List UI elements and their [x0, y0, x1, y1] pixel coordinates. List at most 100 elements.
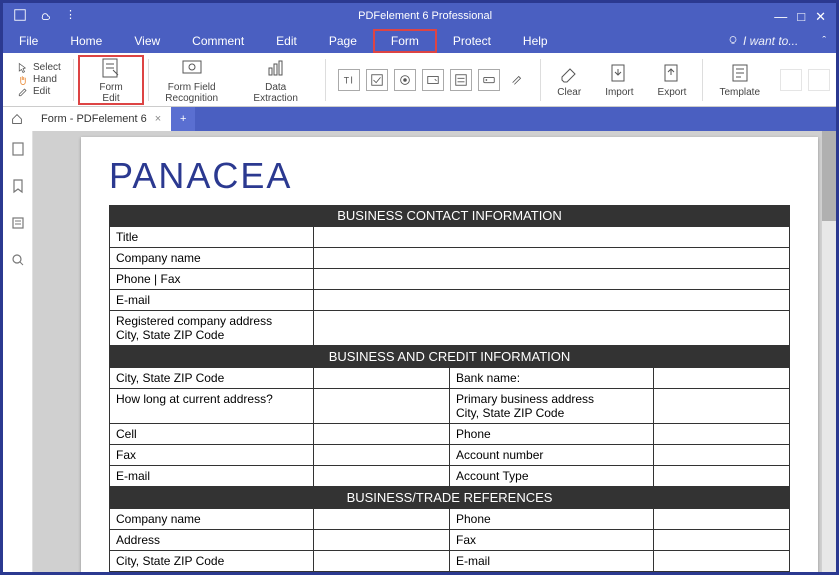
- menu-page[interactable]: Page: [313, 29, 373, 53]
- i-want-to[interactable]: I want to...: [713, 34, 812, 48]
- field-value[interactable]: [314, 368, 450, 389]
- table-row: Type of account Other: [110, 572, 790, 573]
- data-extraction-label: Data Extraction: [242, 82, 309, 104]
- close-tab-button[interactable]: ×: [155, 113, 161, 125]
- i-want-to-label: I want to...: [743, 34, 798, 48]
- field-value[interactable]: [314, 445, 450, 466]
- title-bar: ⋮ PDFelement 6 Professional — □ ✕: [3, 3, 836, 29]
- field-value[interactable]: [654, 572, 790, 573]
- menu-edit[interactable]: Edit: [260, 29, 313, 53]
- field-label: Phone: [450, 424, 654, 445]
- menu-view[interactable]: View: [118, 29, 176, 53]
- field-label: City, State ZIP Code: [110, 551, 314, 572]
- new-tab-button[interactable]: +: [171, 107, 195, 131]
- hand-tool[interactable]: Hand: [17, 74, 61, 86]
- import-button[interactable]: Import: [593, 55, 645, 105]
- field-value[interactable]: [314, 269, 790, 290]
- field-value[interactable]: [314, 389, 450, 424]
- select-tool-label: Select: [33, 62, 61, 73]
- home-tab[interactable]: [3, 107, 31, 131]
- field-label: Type of account: [110, 572, 314, 573]
- form-field-recognition-button[interactable]: Form Field Recognition: [153, 55, 230, 105]
- attachments-icon[interactable]: [10, 215, 26, 236]
- menu-file[interactable]: File: [3, 29, 54, 53]
- field-value[interactable]: [654, 551, 790, 572]
- pdf-page: PANACEA BUSINESS CONTACT INFORMATIONTitl…: [81, 137, 818, 572]
- field-value[interactable]: [654, 466, 790, 487]
- document-viewport[interactable]: PANACEA BUSINESS CONTACT INFORMATIONTitl…: [33, 131, 836, 572]
- menu-help[interactable]: Help: [507, 29, 564, 53]
- signature-tool[interactable]: [506, 69, 528, 91]
- field-label: Registered company address City, State Z…: [110, 311, 314, 346]
- table-row: Phone | Fax: [110, 269, 790, 290]
- field-value[interactable]: [654, 424, 790, 445]
- field-value[interactable]: [314, 290, 790, 311]
- template-label: Template: [719, 87, 760, 98]
- export-button[interactable]: Export: [646, 55, 699, 105]
- menu-comment[interactable]: Comment: [176, 29, 260, 53]
- close-window-button[interactable]: ✕: [815, 10, 826, 23]
- button-tool[interactable]: [478, 69, 500, 91]
- collapse-ribbon-button[interactable]: ˆ: [812, 35, 836, 47]
- text-field-tool[interactable]: T: [338, 69, 360, 91]
- table-row: Company name: [110, 248, 790, 269]
- data-extraction-button[interactable]: Data Extraction: [230, 55, 321, 105]
- document-tab-title: Form - PDFelement 6: [41, 113, 147, 125]
- minimize-button[interactable]: —: [774, 10, 787, 23]
- field-value[interactable]: [314, 311, 790, 346]
- disabled-tool-2: [808, 69, 830, 91]
- clear-label: Clear: [557, 87, 581, 98]
- field-label: Company name: [110, 248, 314, 269]
- bookmarks-icon[interactable]: [10, 178, 26, 199]
- field-value[interactable]: [654, 368, 790, 389]
- listbox-tool[interactable]: [450, 69, 472, 91]
- field-value[interactable]: [654, 389, 790, 424]
- field-value[interactable]: [654, 509, 790, 530]
- menu-form[interactable]: Form: [373, 29, 437, 53]
- export-label: Export: [658, 87, 687, 98]
- import-label: Import: [605, 87, 633, 98]
- recognition-icon: [180, 56, 204, 80]
- field-value[interactable]: [314, 248, 790, 269]
- form-edit-button[interactable]: Form Edit: [78, 55, 145, 105]
- field-value[interactable]: [654, 530, 790, 551]
- menu-protect[interactable]: Protect: [437, 29, 507, 53]
- vertical-scrollbar[interactable]: [822, 131, 836, 572]
- edit-tool[interactable]: Edit: [17, 86, 61, 98]
- document-tab[interactable]: Form - PDFelement 6 ×: [31, 107, 171, 131]
- field-label: Account Type: [450, 466, 654, 487]
- checkbox-tool[interactable]: [366, 69, 388, 91]
- menu-home[interactable]: Home: [54, 29, 118, 53]
- template-button[interactable]: Template: [707, 55, 772, 105]
- radio-tool[interactable]: [394, 69, 416, 91]
- field-label: Other: [450, 572, 654, 573]
- field-value[interactable]: [314, 572, 450, 573]
- combobox-tool[interactable]: [422, 69, 444, 91]
- eraser-icon: [557, 61, 581, 85]
- maximize-button[interactable]: □: [797, 10, 805, 23]
- select-tool[interactable]: Select: [17, 62, 61, 74]
- field-value[interactable]: [314, 424, 450, 445]
- field-value[interactable]: [654, 445, 790, 466]
- cloud-icon[interactable]: [39, 8, 53, 25]
- left-sidebar: [3, 131, 33, 572]
- thumbnails-icon[interactable]: [10, 141, 26, 162]
- section-header: BUSINESS AND CREDIT INFORMATION: [109, 346, 790, 367]
- titlebar-divider: ⋮: [65, 8, 76, 25]
- field-value[interactable]: [314, 227, 790, 248]
- field-value[interactable]: [314, 509, 450, 530]
- field-label: Cell: [110, 424, 314, 445]
- search-icon[interactable]: [10, 252, 26, 273]
- field-value[interactable]: [314, 466, 450, 487]
- svg-text:T: T: [344, 75, 350, 85]
- table-row: How long at current address?Primary busi…: [110, 389, 790, 424]
- clear-button[interactable]: Clear: [545, 55, 593, 105]
- field-value[interactable]: [314, 530, 450, 551]
- form-table: TitleCompany namePhone | FaxE-mailRegist…: [109, 226, 790, 346]
- field-label: How long at current address?: [110, 389, 314, 424]
- table-row: Company namePhone: [110, 509, 790, 530]
- field-label: Fax: [110, 445, 314, 466]
- field-label: Address: [110, 530, 314, 551]
- table-row: Registered company address City, State Z…: [110, 311, 790, 346]
- field-value[interactable]: [314, 551, 450, 572]
